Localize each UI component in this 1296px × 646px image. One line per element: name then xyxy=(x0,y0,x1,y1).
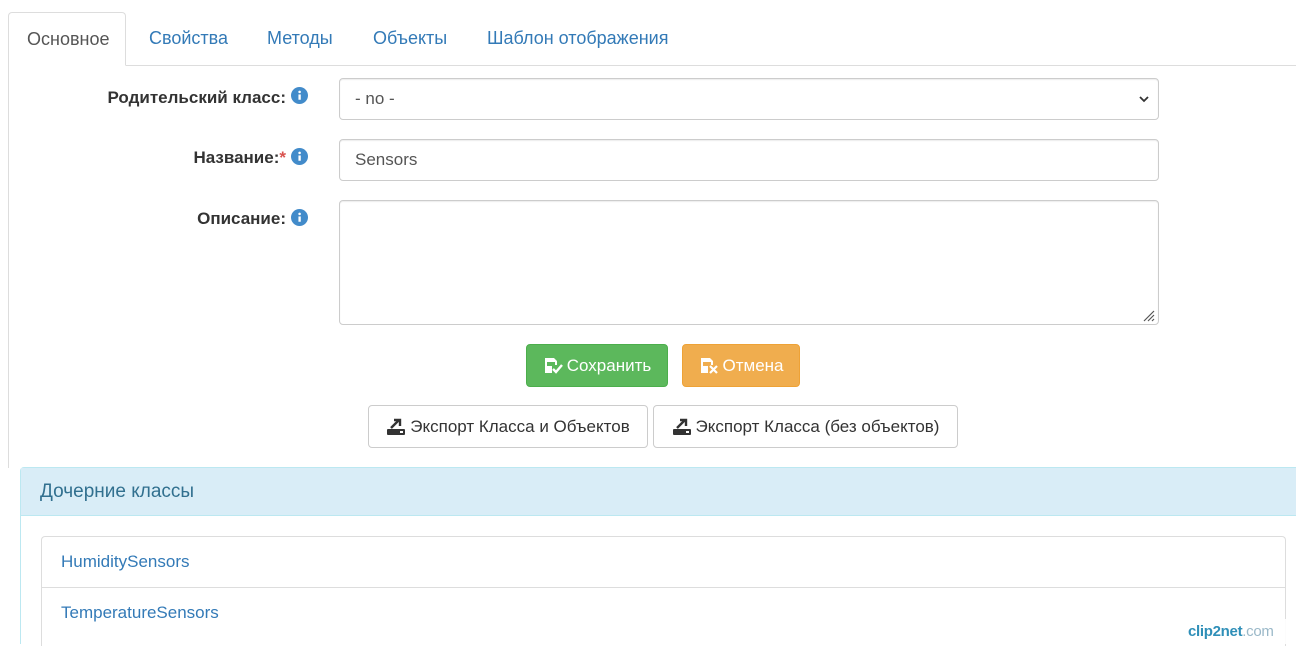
export-class-and-objects-label: Экспорт Класса и Объектов xyxy=(410,416,630,436)
description-textarea[interactable] xyxy=(339,200,1159,325)
name-label: Название:* xyxy=(193,148,286,168)
watermark-brand: clip2net xyxy=(1188,623,1243,640)
info-circle-icon[interactable] xyxy=(291,148,308,165)
child-classes-list: HumiditySensors TemperatureSensors xyxy=(41,536,1286,646)
child-class-link[interactable]: TemperatureSensors xyxy=(42,587,1285,637)
tab-objects[interactable]: Объекты xyxy=(355,12,465,64)
export-icon xyxy=(672,418,691,435)
tab-content-border xyxy=(8,64,9,468)
tab-methods[interactable]: Методы xyxy=(249,12,351,64)
tab-display-template[interactable]: Шаблон отображения xyxy=(469,12,686,64)
export-class-and-objects-button[interactable]: Экспорт Класса и Объектов xyxy=(368,405,648,448)
name-input[interactable] xyxy=(339,139,1159,181)
save-check-icon xyxy=(544,357,563,374)
save-button[interactable]: Сохранить xyxy=(526,344,668,387)
tab-bar: Основное Свойства Методы Объекты Шаблон … xyxy=(8,12,1296,66)
clip2net-watermark: clip2net.com xyxy=(1172,619,1296,644)
child-classes-heading: Дочерние классы xyxy=(21,468,1296,516)
cancel-button-label: Отмена xyxy=(722,355,784,375)
description-label: Описание: xyxy=(197,209,286,228)
parent-class-selected-value: - no - xyxy=(355,89,395,108)
chevron-down-icon xyxy=(1139,96,1149,103)
export-class-only-button[interactable]: Экспорт Класса (без объектов) xyxy=(653,405,958,448)
child-class-link[interactable]: HumiditySensors xyxy=(42,537,1285,587)
export-icon xyxy=(387,418,406,435)
parent-class-select[interactable]: - no - xyxy=(339,78,1159,120)
save-button-label: Сохранить xyxy=(566,355,652,375)
child-classes-panel: Дочерние классы HumiditySensors Temperat… xyxy=(20,467,1296,646)
info-circle-icon[interactable] xyxy=(291,209,308,226)
name-label-text: Название: xyxy=(193,148,280,167)
info-circle-icon[interactable] xyxy=(291,87,308,104)
export-class-only-label: Экспорт Класса (без объектов) xyxy=(695,416,940,436)
save-cancel-icon xyxy=(700,357,718,374)
cancel-button[interactable]: Отмена xyxy=(682,344,800,387)
tab-properties[interactable]: Свойства xyxy=(131,12,246,64)
resize-grip-icon[interactable] xyxy=(1139,306,1155,322)
tab-main[interactable]: Основное xyxy=(8,12,126,66)
parent-class-label: Родительский класс: xyxy=(107,88,286,107)
watermark-suffix: .com xyxy=(1242,623,1274,640)
required-mark: * xyxy=(279,148,286,167)
